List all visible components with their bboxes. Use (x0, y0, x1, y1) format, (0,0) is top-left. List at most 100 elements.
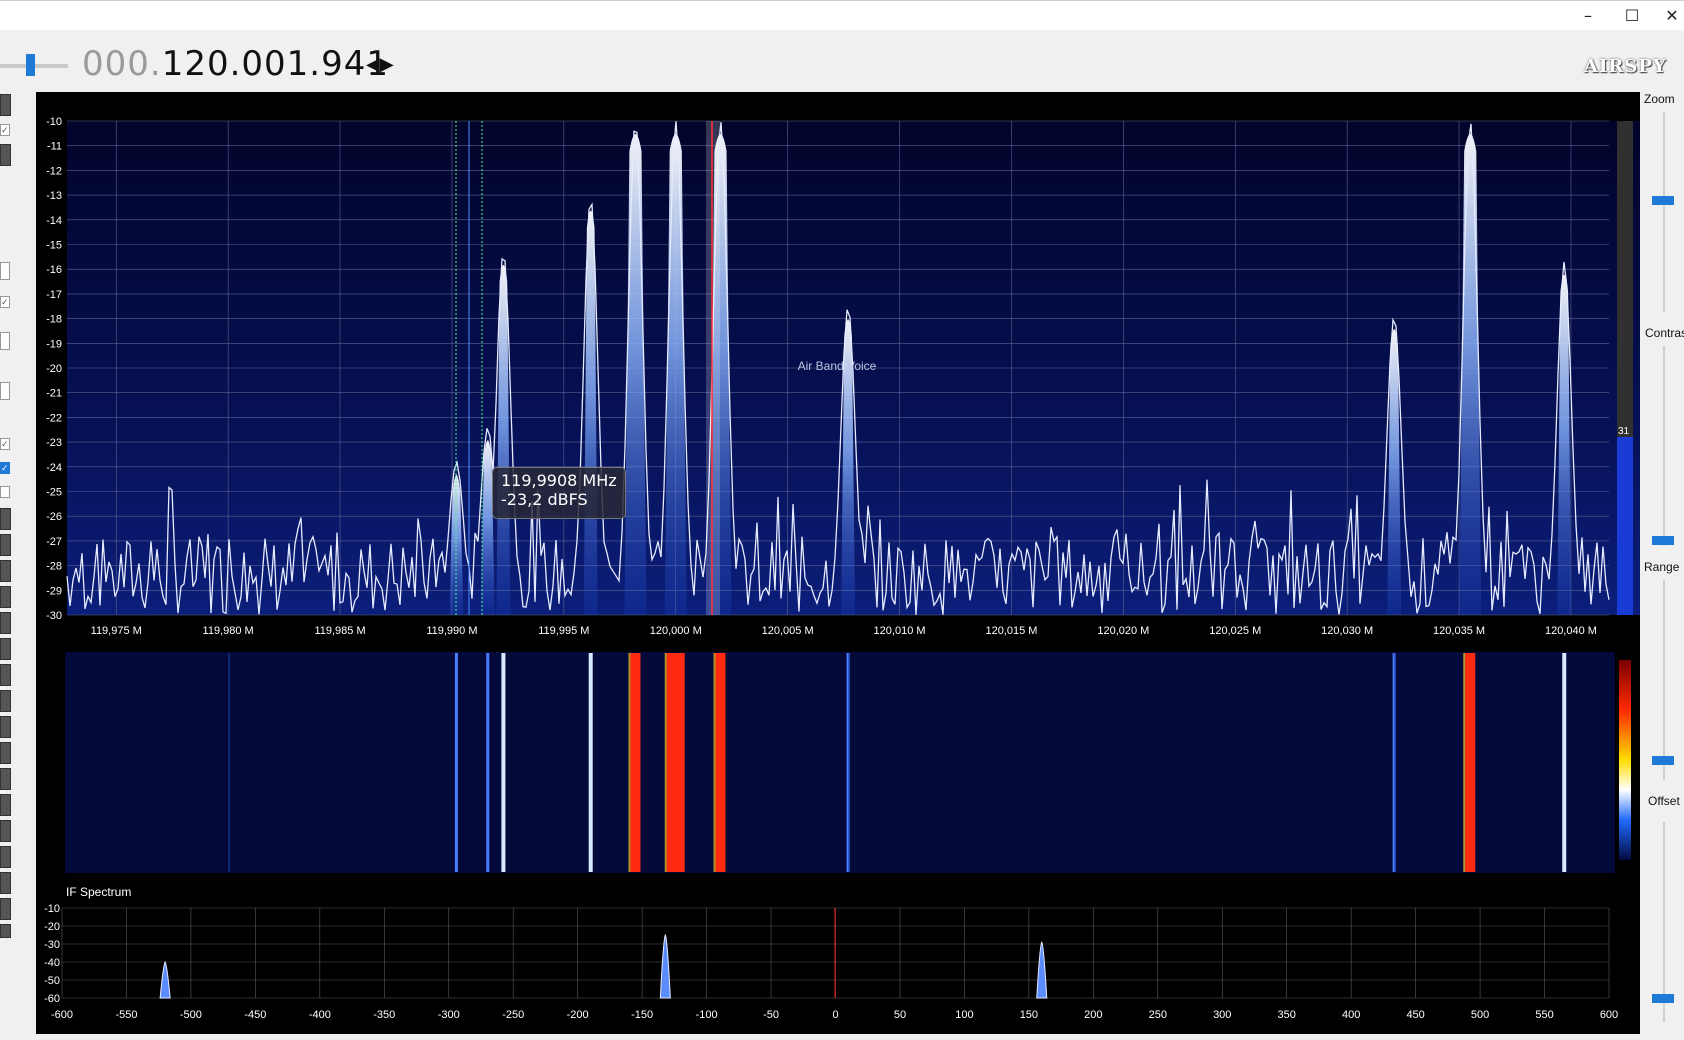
if-x-tick-label: 0 (832, 1009, 838, 1021)
if-x-tick-label: 200 (1084, 1009, 1102, 1021)
waterfall-signal-streak (666, 653, 685, 872)
left-panel-button[interactable] (0, 612, 11, 634)
waterfall-signal-streak (588, 653, 593, 872)
waterfall-signal-streak (501, 653, 506, 872)
x-tick-label: 120,035 M (1433, 625, 1485, 637)
if-x-tick-label: -100 (696, 1009, 718, 1021)
y-tick-label: -18 (46, 314, 62, 326)
frequency-value[interactable]: 120.001.941 (162, 44, 389, 84)
x-tick-label: 119,975 M (91, 625, 142, 637)
if-x-tick-label: -450 (244, 1009, 266, 1021)
contrast-slider-thumb[interactable] (1652, 536, 1674, 545)
waterfall-faint-streak (848, 653, 851, 872)
zoom-slider-track[interactable] (1663, 112, 1665, 312)
spectrum-analyzer[interactable]: -10 -11 -12 -13 -14 -15 -16 -17 -18 -19 -20 -21 -22 -… (37, 92, 1640, 648)
zoom-slider-thumb[interactable] (1652, 196, 1674, 205)
y-tick-label: -16 (46, 264, 62, 276)
if-y-tick-label: -20 (44, 921, 60, 933)
if-x-tick-label: -350 (373, 1009, 395, 1021)
close-icon[interactable]: ✕ (1656, 5, 1684, 27)
x-tick-label: 120,040 M (1545, 625, 1597, 637)
level-meter-fill (1617, 437, 1633, 615)
y-tick-label: -29 (46, 585, 62, 597)
y-tick-label: -11 (47, 141, 62, 153)
minimize-icon[interactable]: – (1572, 5, 1604, 27)
left-checkbox[interactable]: ✓ (0, 296, 10, 308)
waterfall-signal-streak (1562, 653, 1567, 872)
maximize-icon[interactable]: ☐ (1616, 5, 1648, 27)
left-panel-button[interactable] (0, 664, 11, 686)
waterfall-display[interactable] (37, 650, 1640, 875)
if-y-tick-label: -50 (44, 975, 60, 987)
x-tick-label: 120,015 M (985, 625, 1037, 637)
offset-slider-track[interactable] (1663, 822, 1665, 1022)
if-y-tick-label: -40 (44, 957, 60, 969)
frequency-display[interactable]: 000.120.001.941 (82, 44, 389, 84)
left-panel-button[interactable] (0, 94, 11, 116)
left-panel-button[interactable] (0, 586, 11, 608)
waterfall-background (65, 652, 1615, 873)
waterfall-signal-streak (1465, 653, 1476, 872)
waterfall-signal-streak (486, 653, 490, 872)
left-spinner[interactable] (0, 262, 10, 280)
left-panel-button[interactable] (0, 846, 11, 868)
left-checkbox[interactable]: ✓ (0, 124, 10, 136)
if-x-tick-label: -600 (51, 1009, 73, 1021)
contrast-slider-track[interactable] (1663, 346, 1665, 546)
y-tick-label: -25 (46, 487, 62, 499)
left-checkbox-checked[interactable]: ✓ (0, 462, 10, 474)
y-tick-label: -19 (46, 338, 62, 350)
waterfall-streak-edge (628, 653, 631, 872)
waterfall-signal-streak (454, 653, 458, 872)
left-panel-button[interactable] (0, 716, 11, 738)
left-panel-button[interactable] (0, 898, 11, 920)
left-panel-button[interactable] (0, 924, 11, 938)
left-panel-button[interactable] (0, 508, 11, 530)
left-checkbox[interactable]: ✓ (0, 438, 10, 450)
offset-slider-thumb[interactable] (1652, 994, 1674, 1003)
y-tick-label: -27 (46, 536, 62, 548)
y-tick-label: -30 (46, 610, 62, 622)
waterfall-faint-streak (1394, 653, 1397, 872)
if-x-tick-label: -150 (631, 1009, 653, 1021)
if-x-tick-label: -300 (438, 1009, 460, 1021)
y-tick-label: -14 (46, 215, 62, 227)
y-tick-label: -21 (46, 388, 62, 400)
spectrum-y-axis: -10 -11 -12 -13 -14 -15 -16 -17 -18 -19 -20 -21 -22 -… (46, 116, 62, 622)
left-panel-button[interactable] (0, 872, 11, 894)
cursor-tooltip: 119,9908 MHz -23,2 dBFS (492, 467, 626, 519)
if-x-tick-label: 600 (1600, 1009, 1618, 1021)
waterfall-faint-streak (228, 653, 231, 872)
left-panel-button[interactable] (0, 638, 11, 660)
left-checkbox[interactable] (0, 486, 10, 498)
x-tick-label: 120,030 M (1321, 625, 1373, 637)
left-panel-button[interactable] (0, 560, 11, 582)
left-spinner[interactable] (0, 332, 10, 350)
frequency-step-arrows[interactable]: ◀▶ (366, 54, 394, 75)
zoom-label: Zoom (1644, 92, 1675, 106)
x-tick-label: 119,995 M (538, 625, 589, 637)
y-tick-label: -10 (46, 116, 62, 128)
contrast-label: Contras (1645, 326, 1684, 340)
left-panel-button[interactable] (0, 768, 11, 790)
if-x-tick-label: 500 (1471, 1009, 1489, 1021)
left-panel-button[interactable] (0, 144, 11, 166)
x-tick-label: 119,990 M (426, 625, 477, 637)
left-panel-button[interactable] (0, 820, 11, 842)
if-spectrum-panel[interactable]: IF Spectrum -10 -20 -30 -40 -50 -60 -600 -550 -… (37, 878, 1640, 1028)
tuning-slider-thumb[interactable] (26, 54, 35, 76)
if-spectrum-background (37, 878, 1640, 1028)
left-panel-button[interactable] (0, 690, 11, 712)
left-panel-button[interactable] (0, 794, 11, 816)
left-panel-button[interactable] (0, 534, 11, 556)
if-x-tick-label: -50 (763, 1009, 779, 1021)
if-x-tick-label: -500 (180, 1009, 202, 1021)
range-slider-track[interactable] (1663, 580, 1665, 780)
x-tick-label: 119,980 M (203, 625, 254, 637)
left-panel-button[interactable] (0, 742, 11, 764)
range-slider-thumb[interactable] (1652, 756, 1674, 765)
left-spinner[interactable] (0, 382, 10, 400)
waterfall-streak-edge (713, 653, 716, 872)
if-spectrum-title: IF Spectrum (66, 885, 131, 899)
frequency-leading-digits[interactable]: 000. (82, 44, 162, 84)
